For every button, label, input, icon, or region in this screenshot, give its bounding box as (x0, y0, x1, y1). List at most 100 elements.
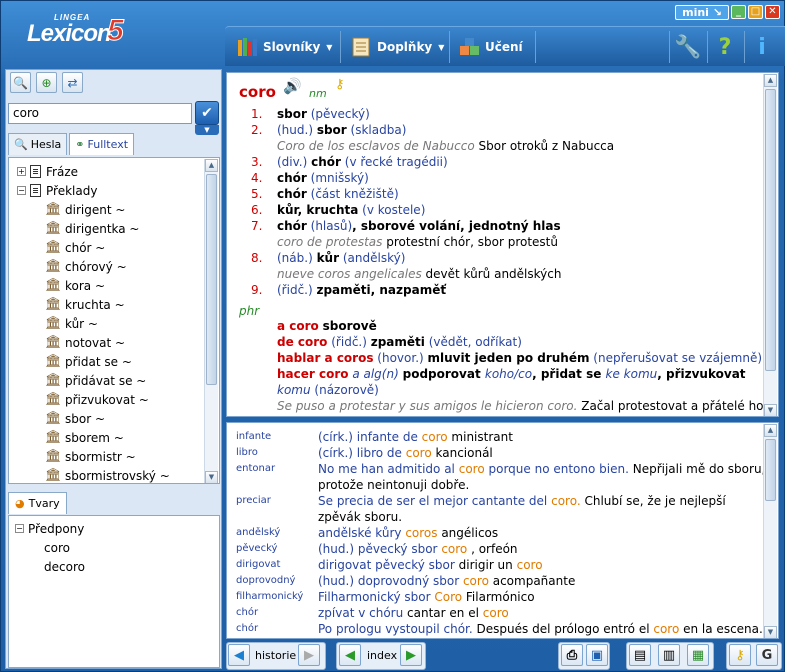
tree-item[interactable]: 🏛 kruchta ~ (45, 295, 125, 314)
examples-scrollbar[interactable]: ▲ ▼ (763, 424, 777, 638)
menu-doplnky[interactable]: Doplňky ▼ (351, 35, 444, 59)
expand-icon[interactable]: + (17, 167, 26, 176)
settings-wrench-icon[interactable]: 🔧 (674, 33, 702, 61)
sense-line[interactable]: nueve coros angelicales devět kůrů anděl… (277, 267, 561, 281)
layout-green-icon[interactable]: ▦ (687, 644, 709, 666)
example-line[interactable]: protože neintonuji dobře. (318, 478, 469, 492)
form-item[interactable]: coro (44, 538, 70, 557)
search-icon[interactable]: 🔍 (10, 72, 31, 93)
example-key[interactable]: chór (236, 623, 258, 634)
maximize-button[interactable]: □ (748, 5, 763, 19)
collapse-icon[interactable]: − (15, 524, 24, 533)
example-key[interactable]: libro (236, 447, 258, 458)
print-icon[interactable]: ⎙ (561, 644, 583, 666)
phrase-line[interactable]: Se puso a protestar y sus amigos le hici… (277, 399, 764, 413)
tree-item[interactable]: 🏛 přizvukovat ~ (45, 390, 149, 409)
sense-line[interactable]: Coro de los esclavos de Nabucco Sbor otr… (277, 139, 614, 153)
layout-full-icon[interactable]: ▤ (629, 644, 651, 666)
history-forward-icon[interactable]: ▶ (298, 644, 320, 666)
sense-line[interactable]: (řidč.) zpaměti, nazpaměť (277, 283, 446, 297)
tab-hesla[interactable]: 🔍 Hesla (8, 133, 68, 155)
pin-window-icon[interactable]: ▣ (586, 644, 608, 666)
tab-tvary[interactable]: ◕ Tvary (8, 492, 67, 514)
index-forward-icon[interactable]: ▶ (400, 644, 422, 666)
sense-line[interactable]: chór (mnišský) (277, 171, 369, 185)
sense-line[interactable]: sbor (pěvecký) (277, 107, 370, 121)
search-input[interactable]: coro (8, 103, 192, 124)
tree-item[interactable]: 🏛 notovat ~ (45, 333, 125, 352)
tree-node-fraze[interactable]: + Fráze (17, 162, 78, 181)
example-line[interactable]: zpívat v chóru cantar en el coro (318, 606, 509, 620)
tree-item[interactable]: 🏛 chór ~ (45, 238, 105, 257)
example-line[interactable]: dirigovat pěvecký sbor dirigir un coro (318, 558, 543, 572)
phrase-line[interactable]: de coro (řidč.) zpaměti (vědět, odříkat) (277, 335, 522, 349)
phrase-line[interactable]: komu (názorově) (277, 383, 379, 397)
minimize-button[interactable]: _ (731, 5, 746, 19)
sense-line[interactable]: (náb.) kůr (andělský) (277, 251, 405, 265)
phrase-line[interactable]: a coro sborově (277, 319, 377, 333)
tree-scrollbar[interactable]: ▲ ▼ (204, 159, 218, 483)
example-line[interactable]: (hud.) pěvecký sbor coro , orfeón (318, 542, 518, 556)
example-line[interactable]: No me han admitido al coro porque no ent… (318, 462, 765, 476)
swap-direction-icon[interactable]: ⇄ (62, 72, 83, 93)
tree-item[interactable]: 🏛 přidávat se ~ (45, 371, 146, 390)
example-key[interactable]: chór (236, 607, 258, 618)
example-line[interactable]: andělské kůry coros angélicos (318, 526, 498, 540)
example-line[interactable]: Se precia de ser el mejor cantante del c… (318, 494, 726, 508)
tree-node-predpony[interactable]: − Předpony (15, 519, 84, 538)
tree-item[interactable]: 🏛 sbormistrovský ~ (45, 466, 170, 483)
example-line[interactable]: (círk.) infante de coro ministrant (318, 430, 513, 444)
example-key[interactable]: doprovodný (236, 575, 295, 586)
example-key[interactable]: filharmonický (236, 591, 303, 602)
tree-item[interactable]: 🏛 sborem ~ (45, 428, 124, 447)
example-line[interactable]: (círk.) libro de coro kancionál (318, 446, 493, 460)
sense-line[interactable]: chór (část kněžiště) (277, 187, 399, 201)
search-confirm-button[interactable]: ✔ (195, 101, 219, 125)
entry-scrollbar[interactable]: ▲ ▼ (763, 74, 777, 416)
example-key[interactable]: entonar (236, 463, 275, 474)
phrase-line[interactable]: hacer coro a alg(n) podporovat koho/co, … (277, 367, 746, 381)
example-line[interactable]: Po prologu vystoupil chór. Después del p… (318, 622, 763, 636)
example-key[interactable]: andělský (236, 527, 280, 538)
tree-node-preklady[interactable]: − Překlady (17, 181, 97, 200)
sense-line[interactable]: (hud.) sbor (skladba) (277, 123, 406, 137)
help-icon[interactable]: ? (711, 33, 739, 61)
tree-item[interactable]: 🏛 sbor ~ (45, 409, 105, 428)
mini-mode-button[interactable]: mini ↘ (675, 5, 729, 20)
tree-item[interactable]: 🏛 kůr ~ (45, 314, 98, 333)
example-line[interactable]: (hud.) doprovodný sbor coro acompañante (318, 574, 575, 588)
example-key[interactable]: infante (236, 431, 271, 442)
sense-line[interactable]: (div.) chór (v řecké tragédii) (277, 155, 448, 169)
tree-item[interactable]: 🏛 přidat se ~ (45, 352, 132, 371)
menu-slovniky[interactable]: Slovníky ▼ (237, 35, 332, 59)
tree-item[interactable]: 🏛 sbormistr ~ (45, 447, 136, 466)
example-key[interactable]: preciar (236, 495, 271, 506)
tree-item[interactable]: 🏛 dirigentka ~ (45, 219, 140, 238)
audio-icon[interactable]: 🔊 (283, 77, 302, 95)
tree-item[interactable]: 🏛 dirigent ~ (45, 200, 125, 219)
info-icon[interactable]: i (748, 33, 776, 61)
zoom-in-icon[interactable]: ⊕ (36, 72, 57, 93)
example-line[interactable]: Filharmonický sbor Coro Filarmónico (318, 590, 535, 604)
grammar-g-icon[interactable]: G (756, 644, 778, 666)
layout-entry-icon[interactable]: ▥ (658, 644, 680, 666)
history-back-icon[interactable]: ◀ (228, 644, 250, 666)
search-dropdown-button[interactable]: ▼ (195, 125, 219, 135)
index-back-icon[interactable]: ◀ (339, 644, 361, 666)
key-icon[interactable]: ⚷ (729, 644, 751, 666)
example-key[interactable]: pěvecký (236, 543, 277, 554)
sense-line[interactable]: chór (hlasů), sborové volání, jednotný h… (277, 219, 561, 233)
tree-item[interactable]: 🏛 kora ~ (45, 276, 105, 295)
sense-line[interactable]: kůr, kruchta (v kostele) (277, 203, 425, 217)
example-key[interactable]: dirigovat (236, 559, 280, 570)
collapse-icon[interactable]: − (17, 186, 26, 195)
key-icon[interactable]: ⚷ (335, 77, 345, 92)
example-line[interactable]: zpěvák sboru. (318, 510, 402, 524)
tree-item[interactable]: 🏛 chórový ~ (45, 257, 127, 276)
sense-line[interactable]: coro de protestas protestní chór, sbor p… (277, 235, 558, 249)
phrase-line[interactable]: hablar a coros (hovor.) mluvit jeden po … (277, 351, 762, 365)
menu-uceni[interactable]: Učení (459, 35, 523, 59)
tab-fulltext[interactable]: ⚭ Fulltext (69, 133, 135, 155)
form-item[interactable]: decoro (44, 557, 85, 576)
close-button[interactable]: ✕ (765, 5, 780, 19)
